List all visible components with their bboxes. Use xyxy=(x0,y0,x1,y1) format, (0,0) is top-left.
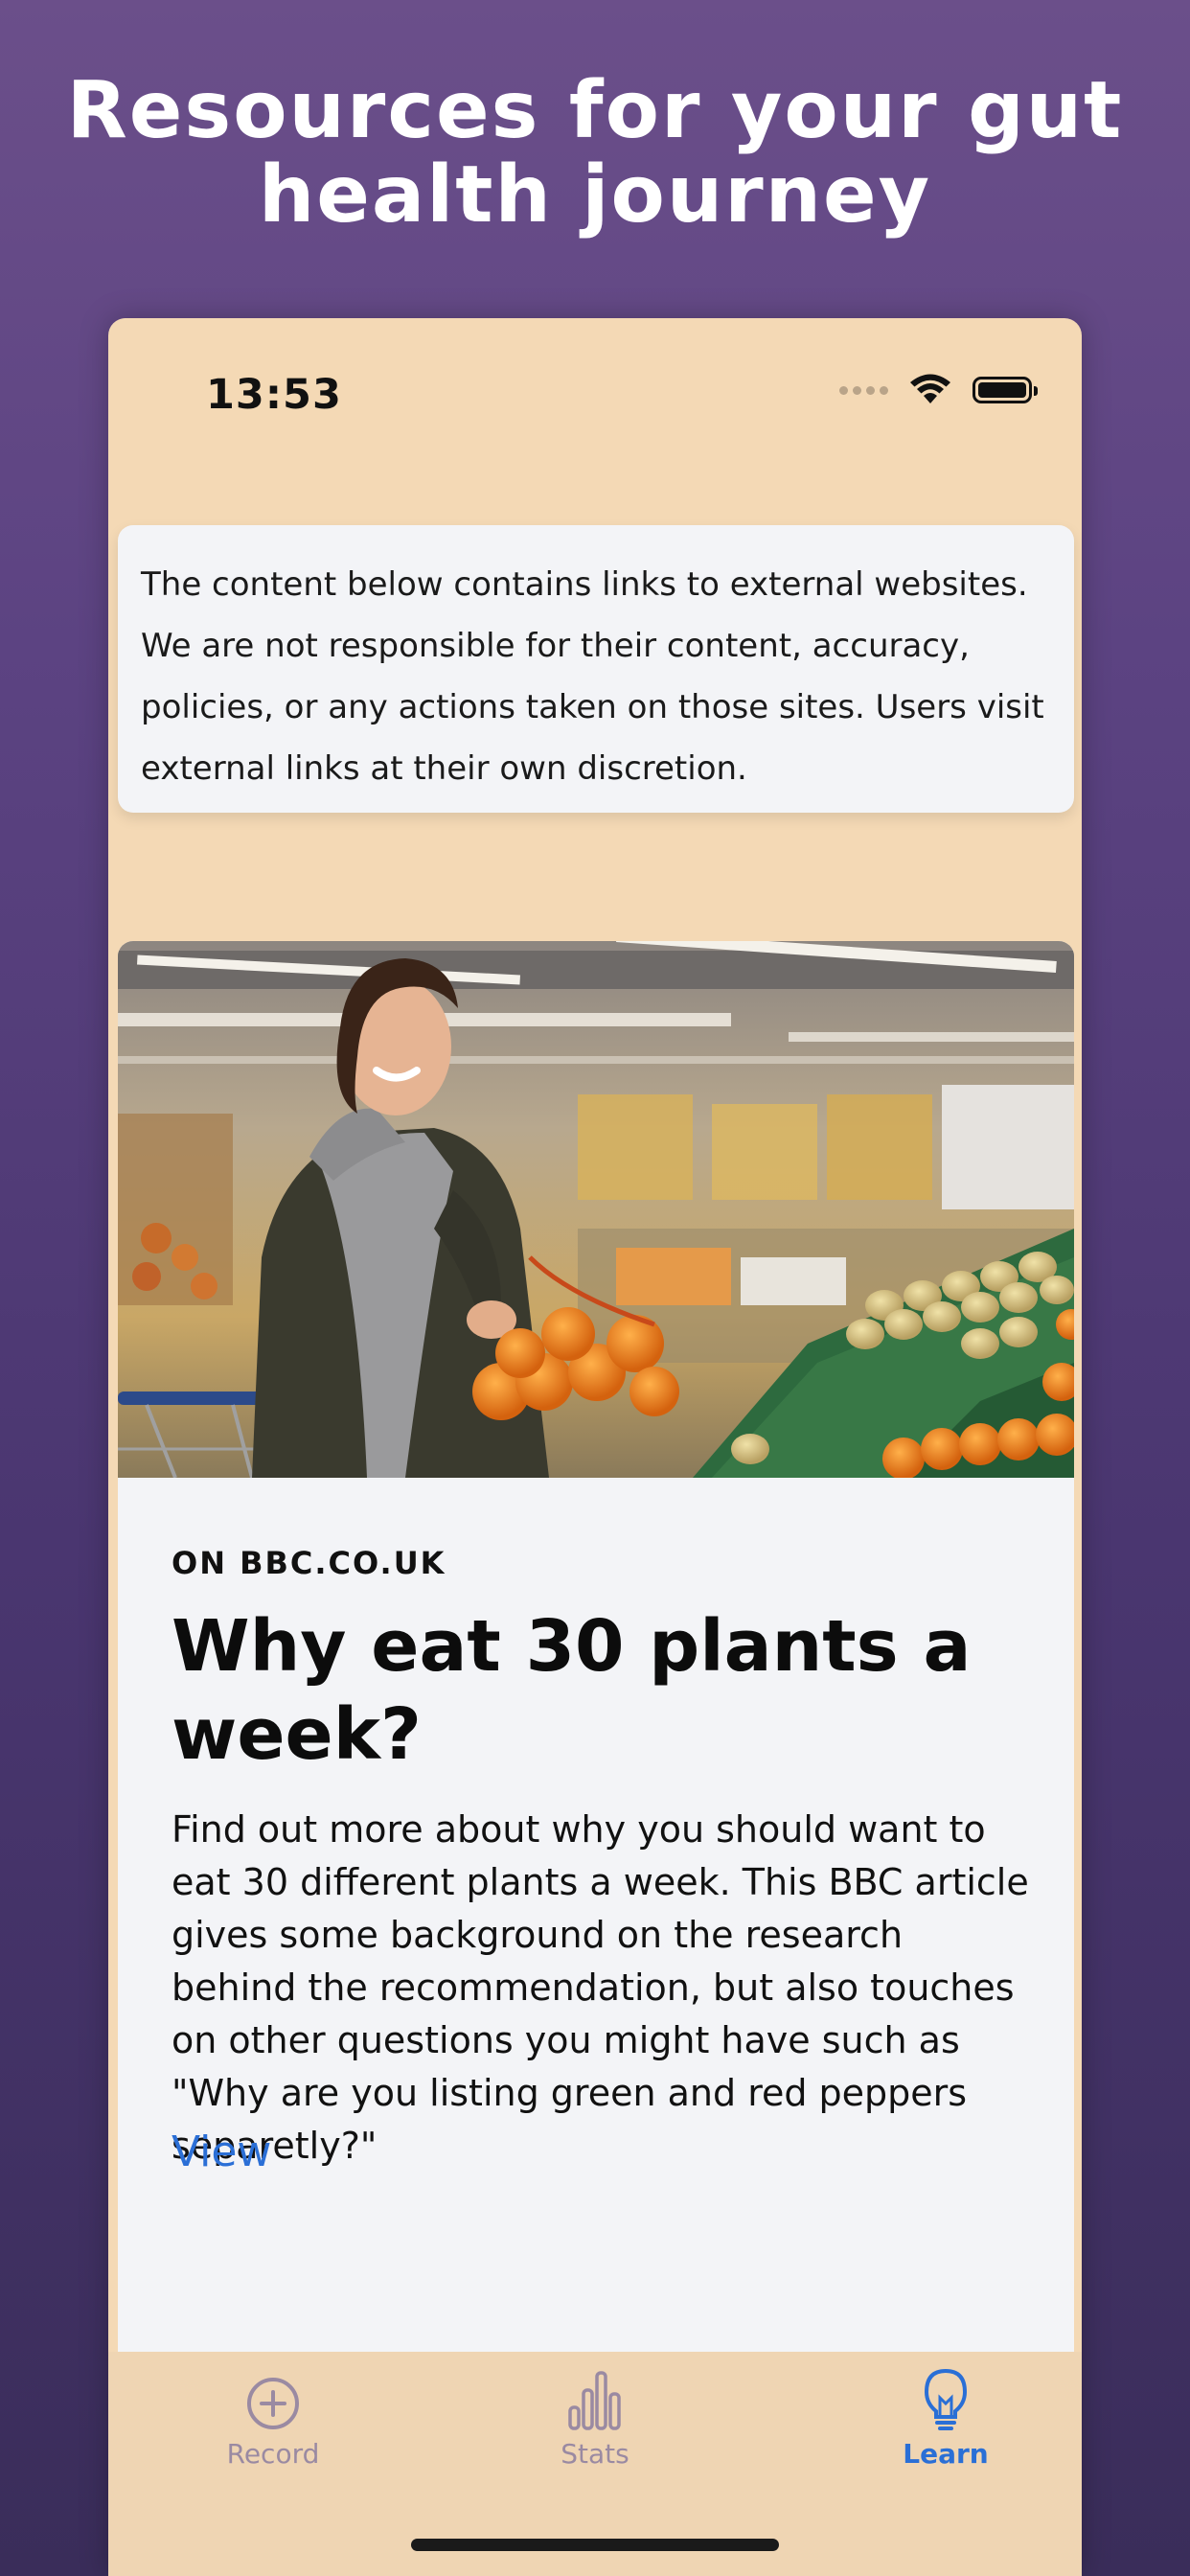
article-source: ON BBC.CO.UK xyxy=(172,1545,446,1581)
external-links-disclaimer: The content below contains links to exte… xyxy=(118,525,1074,813)
article-description: Find out more about why you should want … xyxy=(172,1808,1029,2167)
tab-record[interactable]: Record xyxy=(168,2365,378,2470)
view-article-link[interactable]: View xyxy=(172,2128,271,2176)
woman-shopping-vegetables-photo xyxy=(118,941,1074,1478)
lightbulb-icon xyxy=(924,2368,968,2430)
home-indicator[interactable] xyxy=(411,2539,779,2551)
tab-stats-label: Stats xyxy=(561,2438,629,2470)
article-image xyxy=(118,941,1074,1478)
headline-line-1: Resources for your gut xyxy=(66,65,1124,156)
article-card[interactable]: ON BBC.CO.UK Why eat 30 plants a week? F… xyxy=(118,941,1074,2398)
tab-learn-label: Learn xyxy=(903,2438,989,2470)
plus-circle-icon xyxy=(247,2378,299,2429)
battery-icon xyxy=(973,377,1038,403)
tab-record-label: Record xyxy=(226,2438,320,2470)
status-icons xyxy=(839,374,1038,406)
page-headline: Resources for your gut health journey xyxy=(0,69,1190,238)
article-title: Why eat 30 plants a week? xyxy=(172,1605,972,1776)
bar-chart-icon xyxy=(568,2371,621,2430)
phone-screen: 13:53 The content below contains links t… xyxy=(108,318,1082,2576)
tab-stats[interactable]: Stats xyxy=(490,2365,700,2470)
cellular-signal-icon xyxy=(839,385,888,395)
tab-learn[interactable]: Learn xyxy=(840,2365,1051,2470)
status-time: 13:53 xyxy=(206,371,342,419)
wifi-icon xyxy=(910,374,950,403)
headline-line-2: health journey xyxy=(258,150,932,241)
